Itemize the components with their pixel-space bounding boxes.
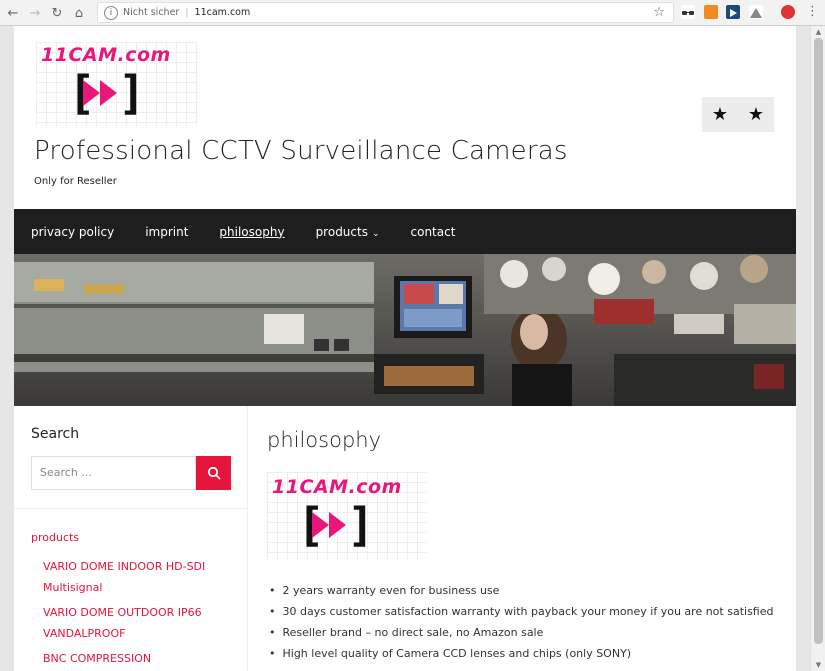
extension-orange-icon[interactable] <box>704 5 718 19</box>
scroll-up-icon[interactable]: ▲ <box>811 26 825 38</box>
browser-toolbar: ← → ↻ ⌂ i Nicht sicher | 11cam.com ☆ ⋮ <box>0 0 825 26</box>
nav-item-privacy-policy[interactable]: privacy policy <box>31 225 114 239</box>
info-icon[interactable]: i <box>104 5 118 20</box>
product-link[interactable]: Multisignal <box>43 581 102 594</box>
site-title[interactable]: Professional CCTV Surveillance Cameras <box>34 136 568 166</box>
content-logo: 11CAM.com [ ] <box>267 472 427 560</box>
content-logo-text: 11CAM.com <box>272 476 402 498</box>
search-button[interactable] <box>196 456 231 490</box>
list-item: 30 days customer satisfaction warranty w… <box>269 605 774 626</box>
philosophy-list: 2 years warranty even for business use 3… <box>269 584 774 668</box>
logo-bracket-right: ] <box>347 498 375 552</box>
url-text[interactable]: 11cam.com <box>195 7 251 18</box>
social-star-button-2[interactable]: ★ <box>738 97 774 132</box>
extension-drive-icon[interactable] <box>749 5 763 19</box>
security-label: Nicht sicher <box>123 7 180 18</box>
address-bar[interactable]: i Nicht sicher | 11cam.com ☆ <box>97 2 674 23</box>
social-star-button-1[interactable]: ★ <box>702 97 738 132</box>
list-item: Reseller brand – no direct sale, no Amaz… <box>269 626 773 647</box>
extension-play-icon[interactable] <box>726 5 740 19</box>
page-viewport: 11CAM.com [ ] ★ ★ Professional CCTV Surv… <box>0 26 825 671</box>
products-widget-title[interactable]: products <box>31 531 79 544</box>
reload-icon[interactable]: ↻ <box>46 2 68 24</box>
nav-item-products[interactable]: products ⌄ <box>316 225 380 239</box>
chevron-down-icon: ⌄ <box>371 228 380 239</box>
star-icon: ★ <box>747 104 765 125</box>
site-logo[interactable]: 11CAM.com [ ] <box>36 42 198 126</box>
nav-item-products-label: products <box>315 224 368 239</box>
main-navigation: privacy policy imprint philosophy produc… <box>14 209 796 254</box>
sidebar: Search Search ... products VARIO DOME IN… <box>14 406 248 671</box>
list-item: 2 years warranty even for business use <box>269 584 773 605</box>
search-icon <box>207 466 221 480</box>
home-icon[interactable]: ⌂ <box>68 2 90 24</box>
logo-play-icon <box>312 512 329 538</box>
sidebar-divider <box>14 508 248 509</box>
extension-glasses-icon[interactable] <box>681 5 695 19</box>
scrollbar-thumb[interactable] <box>814 38 823 644</box>
logo-play-icon-2 <box>100 80 117 106</box>
site-container: 11CAM.com [ ] ★ ★ Professional CCTV Surv… <box>14 26 796 671</box>
site-tagline: Only for Reseller <box>34 176 117 187</box>
back-icon[interactable]: ← <box>2 2 24 24</box>
search-input[interactable]: Search ... <box>31 456 196 490</box>
profile-avatar-icon[interactable] <box>781 5 795 19</box>
product-link[interactable]: BNC COMPRESSION <box>43 652 151 665</box>
main-content: philosophy 11CAM.com [ ] 2 years warrant… <box>249 406 796 671</box>
nav-item-philosophy[interactable]: philosophy <box>219 225 284 239</box>
logo-play-icon <box>83 80 100 106</box>
browser-menu-icon[interactable]: ⋮ <box>806 4 819 20</box>
logo-text: 11CAM.com <box>41 44 171 66</box>
header-image <box>14 254 796 406</box>
logo-bracket-right: ] <box>118 66 146 120</box>
product-link[interactable]: VANDALPROOF <box>43 627 125 640</box>
nav-item-imprint[interactable]: imprint <box>145 225 188 239</box>
product-link[interactable]: VARIO DOME OUTDOOR IP66 <box>43 606 202 619</box>
page-scrollbar[interactable]: ▲ ▼ <box>810 26 825 671</box>
page-title: philosophy <box>267 428 382 452</box>
star-icon: ★ <box>711 104 729 125</box>
list-item: High level quality of Camera CCD lenses … <box>269 647 773 668</box>
bookmark-star-icon[interactable]: ☆ <box>653 5 665 20</box>
url-separator: | <box>185 7 189 18</box>
scroll-down-icon[interactable]: ▼ <box>811 659 825 671</box>
nav-item-contact[interactable]: contact <box>411 225 456 239</box>
product-link[interactable]: VARIO DOME INDOOR HD-SDI <box>43 560 205 573</box>
logo-play-icon-2 <box>329 512 346 538</box>
search-widget-title: Search <box>31 426 80 442</box>
forward-icon[interactable]: → <box>24 2 46 24</box>
